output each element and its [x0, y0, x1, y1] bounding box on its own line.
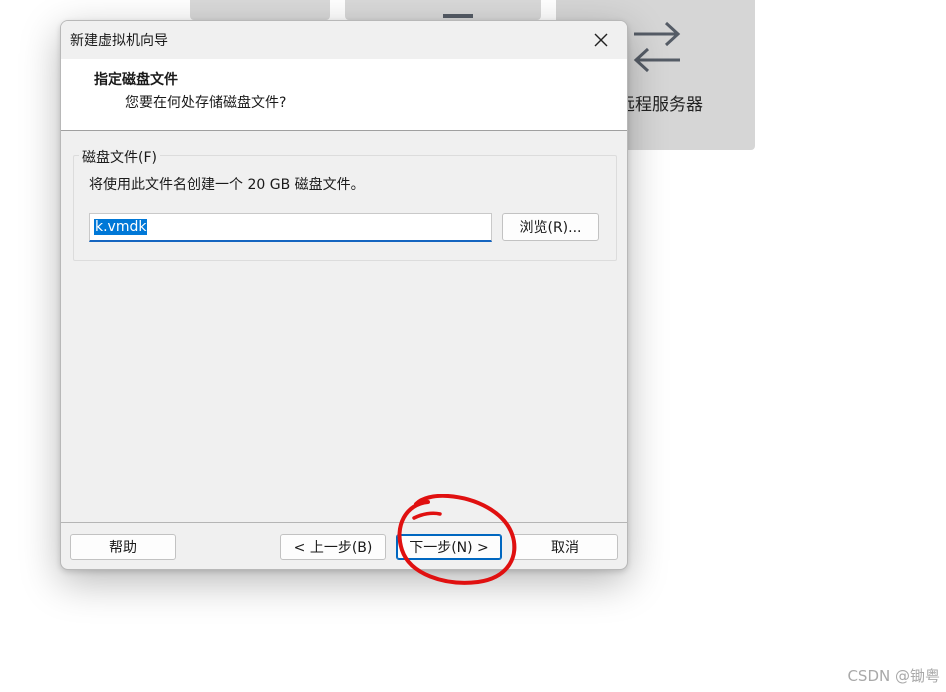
- close-icon: [594, 33, 608, 47]
- group-legend: 磁盘文件(F): [79, 147, 160, 167]
- new-vm-wizard-dialog: 新建虚拟机向导 指定磁盘文件 您要在何处存储磁盘文件? 磁盘文件(F) 将使用此…: [60, 20, 628, 570]
- filename-selected-text: k.vmdk: [94, 219, 148, 235]
- title-bar: 新建虚拟机向导: [61, 21, 627, 59]
- disk-filename-input[interactable]: k.vmdk: [89, 213, 492, 242]
- next-button[interactable]: 下一步(N) >: [396, 534, 502, 560]
- step-subtitle: 您要在何处存储磁盘文件?: [125, 95, 287, 111]
- background-icon-fragment: [443, 14, 473, 18]
- browse-button[interactable]: 浏览(R)...: [502, 213, 599, 241]
- disk-file-description: 将使用此文件名创建一个 20 GB 磁盘文件。: [89, 177, 365, 193]
- help-button[interactable]: 帮助: [70, 534, 176, 560]
- background-tile: [190, 0, 330, 20]
- dialog-title: 新建虚拟机向导: [70, 33, 168, 49]
- cancel-button[interactable]: 取消: [512, 534, 618, 560]
- disk-file-group: [73, 155, 617, 261]
- step-title: 指定磁盘文件: [94, 72, 178, 88]
- watermark: CSDN @锄粤: [847, 667, 940, 685]
- wizard-header: 指定磁盘文件 您要在何处存储磁盘文件?: [61, 59, 627, 131]
- footer-divider: [61, 522, 627, 523]
- remote-server-label: 远程服务器: [618, 95, 703, 115]
- close-button[interactable]: [583, 25, 619, 55]
- back-button[interactable]: < 上一步(B): [280, 534, 386, 560]
- transfer-arrows-icon: [633, 21, 681, 72]
- screen: 远程服务器 新建虚拟机向导 指定磁盘文件 您要在何处存储磁盘文件? 磁盘文件(F…: [0, 0, 946, 692]
